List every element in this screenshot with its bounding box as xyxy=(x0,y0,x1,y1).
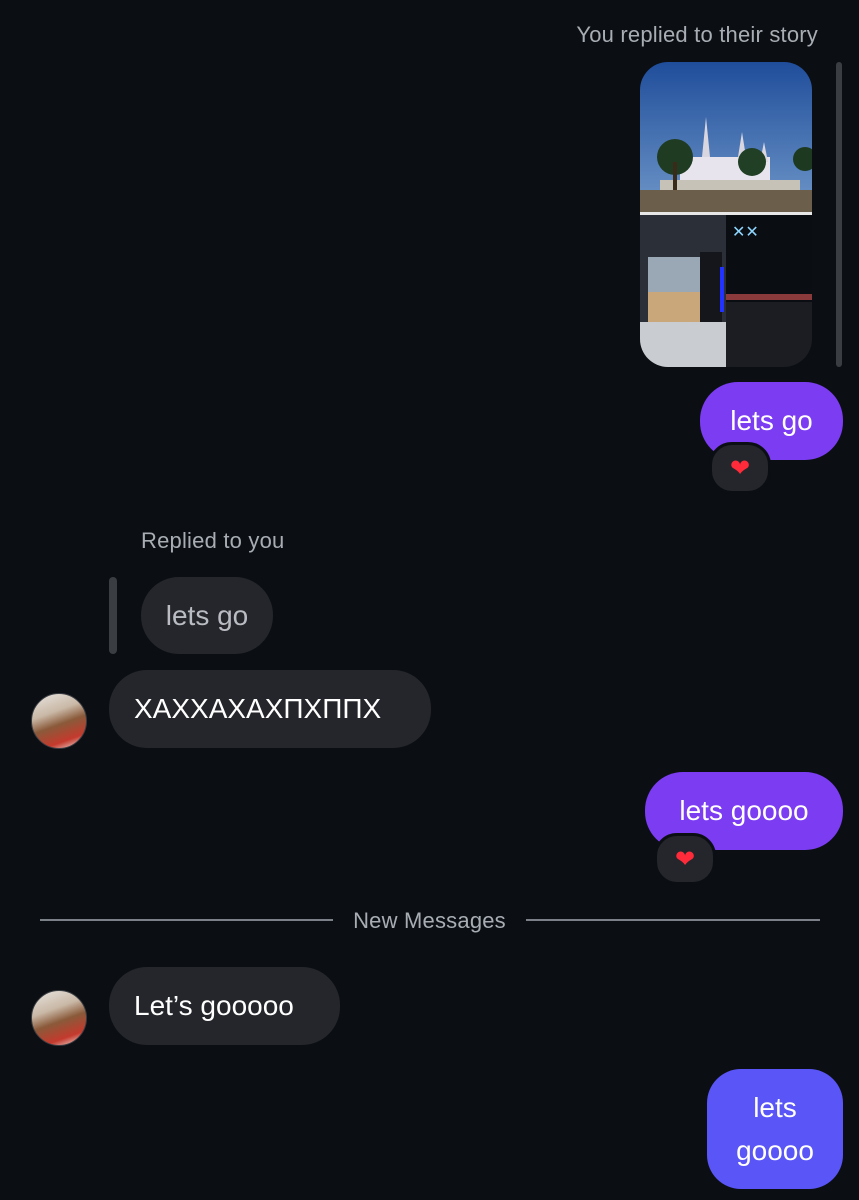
message-text: Let’s gooooo xyxy=(134,990,294,1021)
message-text: lets go xyxy=(730,405,813,436)
heart-reaction[interactable]: ❤ xyxy=(709,442,771,494)
avatar[interactable] xyxy=(31,693,87,749)
incoming-message[interactable]: Let’s gooooo xyxy=(109,967,340,1045)
quoted-message[interactable]: lets go xyxy=(141,577,273,654)
reply-indicator-bar xyxy=(109,577,117,654)
outgoing-message[interactable]: lets goooo xyxy=(707,1069,843,1189)
story-thumbnail[interactable]: ✕✕ xyxy=(640,62,812,367)
new-messages-label: New Messages xyxy=(353,908,506,933)
message-text: lets goooo xyxy=(679,795,809,826)
incoming-message[interactable]: ХАХХАХАХПХППХ xyxy=(109,670,431,748)
divider-line-right xyxy=(526,919,820,921)
message-text-line-1: lets xyxy=(753,1092,797,1123)
avatar[interactable] xyxy=(31,990,87,1046)
divider-line-left xyxy=(40,919,333,921)
quoted-text: lets go xyxy=(165,599,249,631)
heart-icon: ❤ xyxy=(729,454,751,482)
reply-label: Replied to you xyxy=(141,528,285,553)
story-reply-label: You replied to their story xyxy=(576,22,818,47)
message-text-line-2: goooo xyxy=(736,1135,814,1166)
svg-text:✕✕: ✕✕ xyxy=(732,222,759,241)
message-text: ХАХХАХАХПХППХ xyxy=(134,693,382,724)
heart-icon: ❤ xyxy=(674,845,696,873)
scrollbar-thumb[interactable] xyxy=(836,62,842,367)
heart-reaction[interactable]: ❤ xyxy=(654,833,716,885)
story-image: ✕✕ xyxy=(640,62,812,367)
